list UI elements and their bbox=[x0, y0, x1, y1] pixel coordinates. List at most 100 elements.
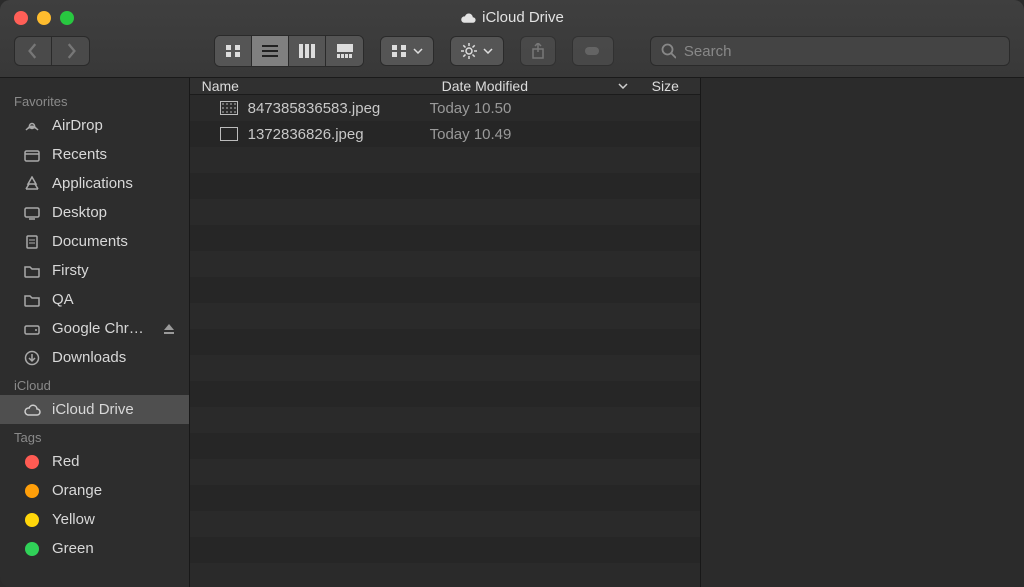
window-title-text: iCloud Drive bbox=[482, 9, 564, 26]
table-row bbox=[190, 199, 700, 225]
file-name: 1372836826.jpeg bbox=[220, 126, 430, 143]
sidebar-item-label: Downloads bbox=[52, 349, 126, 366]
sidebar-item-label: Google Chr… bbox=[52, 320, 144, 337]
tags-button[interactable] bbox=[572, 36, 614, 66]
desktop-icon bbox=[22, 205, 42, 221]
table-row bbox=[190, 511, 700, 537]
sidebar-item-desktop[interactable]: Desktop bbox=[0, 198, 189, 227]
view-list-button[interactable] bbox=[252, 36, 289, 66]
sidebar: Favorites AirDrop Recents Applications Deskt… bbox=[0, 78, 190, 587]
sidebar-item-label: Recents bbox=[52, 146, 107, 163]
table-row[interactable]: 847385836583.jpegToday 10.50 bbox=[190, 95, 700, 121]
table-row bbox=[190, 303, 700, 329]
table-row bbox=[190, 485, 700, 511]
sidebar-item-firsty[interactable]: Firsty bbox=[0, 256, 189, 285]
table-row bbox=[190, 433, 700, 459]
sidebar-item-applications[interactable]: Applications bbox=[0, 169, 189, 198]
preview-pane bbox=[700, 78, 1024, 587]
share-icon bbox=[531, 43, 545, 59]
sidebar-item-documents[interactable]: Documents bbox=[0, 227, 189, 256]
table-row bbox=[190, 251, 700, 277]
sidebar-item-label: Orange bbox=[52, 482, 102, 499]
tag-icon bbox=[583, 44, 603, 58]
sidebar-item-orange[interactable]: Orange bbox=[0, 476, 189, 505]
sidebar-item-label: AirDrop bbox=[52, 117, 103, 134]
sidebar-item-icloud-drive[interactable]: iCloud Drive bbox=[0, 395, 189, 424]
table-row bbox=[190, 147, 700, 173]
file-list-panel: Name Date Modified Size 847385836583.jpe… bbox=[190, 78, 700, 587]
share-button[interactable] bbox=[520, 36, 556, 66]
window-title: iCloud Drive bbox=[0, 9, 1024, 26]
back-button[interactable] bbox=[14, 36, 52, 66]
sidebar-item-qa[interactable]: QA bbox=[0, 285, 189, 314]
file-list: 847385836583.jpegToday 10.501372836826.j… bbox=[190, 95, 700, 587]
sidebar-item-label: Red bbox=[52, 453, 80, 470]
column-header-name[interactable]: Name bbox=[190, 78, 430, 94]
sidebar-item-green[interactable]: Green bbox=[0, 534, 189, 563]
column-header-date[interactable]: Date Modified bbox=[430, 78, 640, 94]
sidebar-item-red[interactable]: Red bbox=[0, 447, 189, 476]
eject-icon[interactable] bbox=[163, 323, 175, 335]
file-name: 847385836583.jpeg bbox=[220, 100, 430, 117]
sidebar-item-label: iCloud Drive bbox=[52, 401, 134, 418]
grid-icon bbox=[225, 44, 241, 58]
table-row bbox=[190, 225, 700, 251]
action-menu[interactable] bbox=[450, 36, 504, 66]
sidebar-item-label: Documents bbox=[52, 233, 128, 250]
sidebar-item-downloads[interactable]: Downloads bbox=[0, 343, 189, 372]
finder-window: iCloud Drive bbox=[0, 0, 1024, 587]
sidebar-item-label: Green bbox=[52, 540, 94, 557]
chevron-down-icon bbox=[483, 48, 493, 54]
image-file-icon bbox=[220, 101, 238, 115]
sidebar-item-label: Yellow bbox=[52, 511, 95, 528]
column-headers: Name Date Modified Size bbox=[190, 78, 700, 95]
gallery-icon bbox=[337, 44, 353, 58]
table-row bbox=[190, 563, 700, 587]
chevron-right-icon bbox=[65, 43, 77, 59]
forward-button[interactable] bbox=[52, 36, 90, 66]
table-row bbox=[190, 173, 700, 199]
recents-icon bbox=[22, 147, 42, 163]
sidebar-item-recents[interactable]: Recents bbox=[0, 140, 189, 169]
sidebar-item-label: QA bbox=[52, 291, 74, 308]
file-date: Today 10.50 bbox=[430, 100, 640, 117]
search-field[interactable] bbox=[650, 36, 1010, 66]
table-row bbox=[190, 329, 700, 355]
chevron-down-icon bbox=[618, 83, 628, 89]
sidebar-item-airdrop[interactable]: AirDrop bbox=[0, 111, 189, 140]
docs-icon bbox=[22, 234, 42, 250]
toolbar: iCloud Drive bbox=[0, 0, 1024, 78]
sidebar-section-label: iCloud bbox=[0, 372, 189, 395]
search-input[interactable] bbox=[684, 43, 999, 60]
sidebar-item-label: Desktop bbox=[52, 204, 107, 221]
tag-dot-icon bbox=[22, 513, 42, 527]
sidebar-section-label: Tags bbox=[0, 424, 189, 447]
table-row bbox=[190, 407, 700, 433]
nav-buttons bbox=[14, 36, 90, 66]
table-row bbox=[190, 355, 700, 381]
grid-small-icon bbox=[391, 44, 407, 58]
sidebar-section-label: Favorites bbox=[0, 88, 189, 111]
file-date: Today 10.49 bbox=[430, 126, 640, 143]
tag-dot-icon bbox=[22, 455, 42, 469]
sidebar-item-yellow[interactable]: Yellow bbox=[0, 505, 189, 534]
view-gallery-button[interactable] bbox=[326, 36, 363, 66]
view-columns-button[interactable] bbox=[289, 36, 326, 66]
table-row bbox=[190, 459, 700, 485]
search-icon bbox=[661, 43, 676, 59]
cloud-icon bbox=[22, 402, 42, 418]
table-row[interactable]: 1372836826.jpegToday 10.49 bbox=[190, 121, 700, 147]
column-header-size[interactable]: Size bbox=[640, 78, 700, 94]
sidebar-item-google-chr-[interactable]: Google Chr… bbox=[0, 314, 189, 343]
downloads-icon bbox=[22, 350, 42, 366]
folder-icon bbox=[22, 263, 42, 279]
list-icon bbox=[262, 44, 278, 58]
gear-icon bbox=[461, 43, 477, 59]
arrange-menu[interactable] bbox=[380, 36, 434, 66]
folder-icon bbox=[22, 292, 42, 308]
airdrop-icon bbox=[22, 118, 42, 134]
view-icons-button[interactable] bbox=[215, 36, 252, 66]
tag-dot-icon bbox=[22, 484, 42, 498]
table-row bbox=[190, 537, 700, 563]
sidebar-item-label: Firsty bbox=[52, 262, 89, 279]
